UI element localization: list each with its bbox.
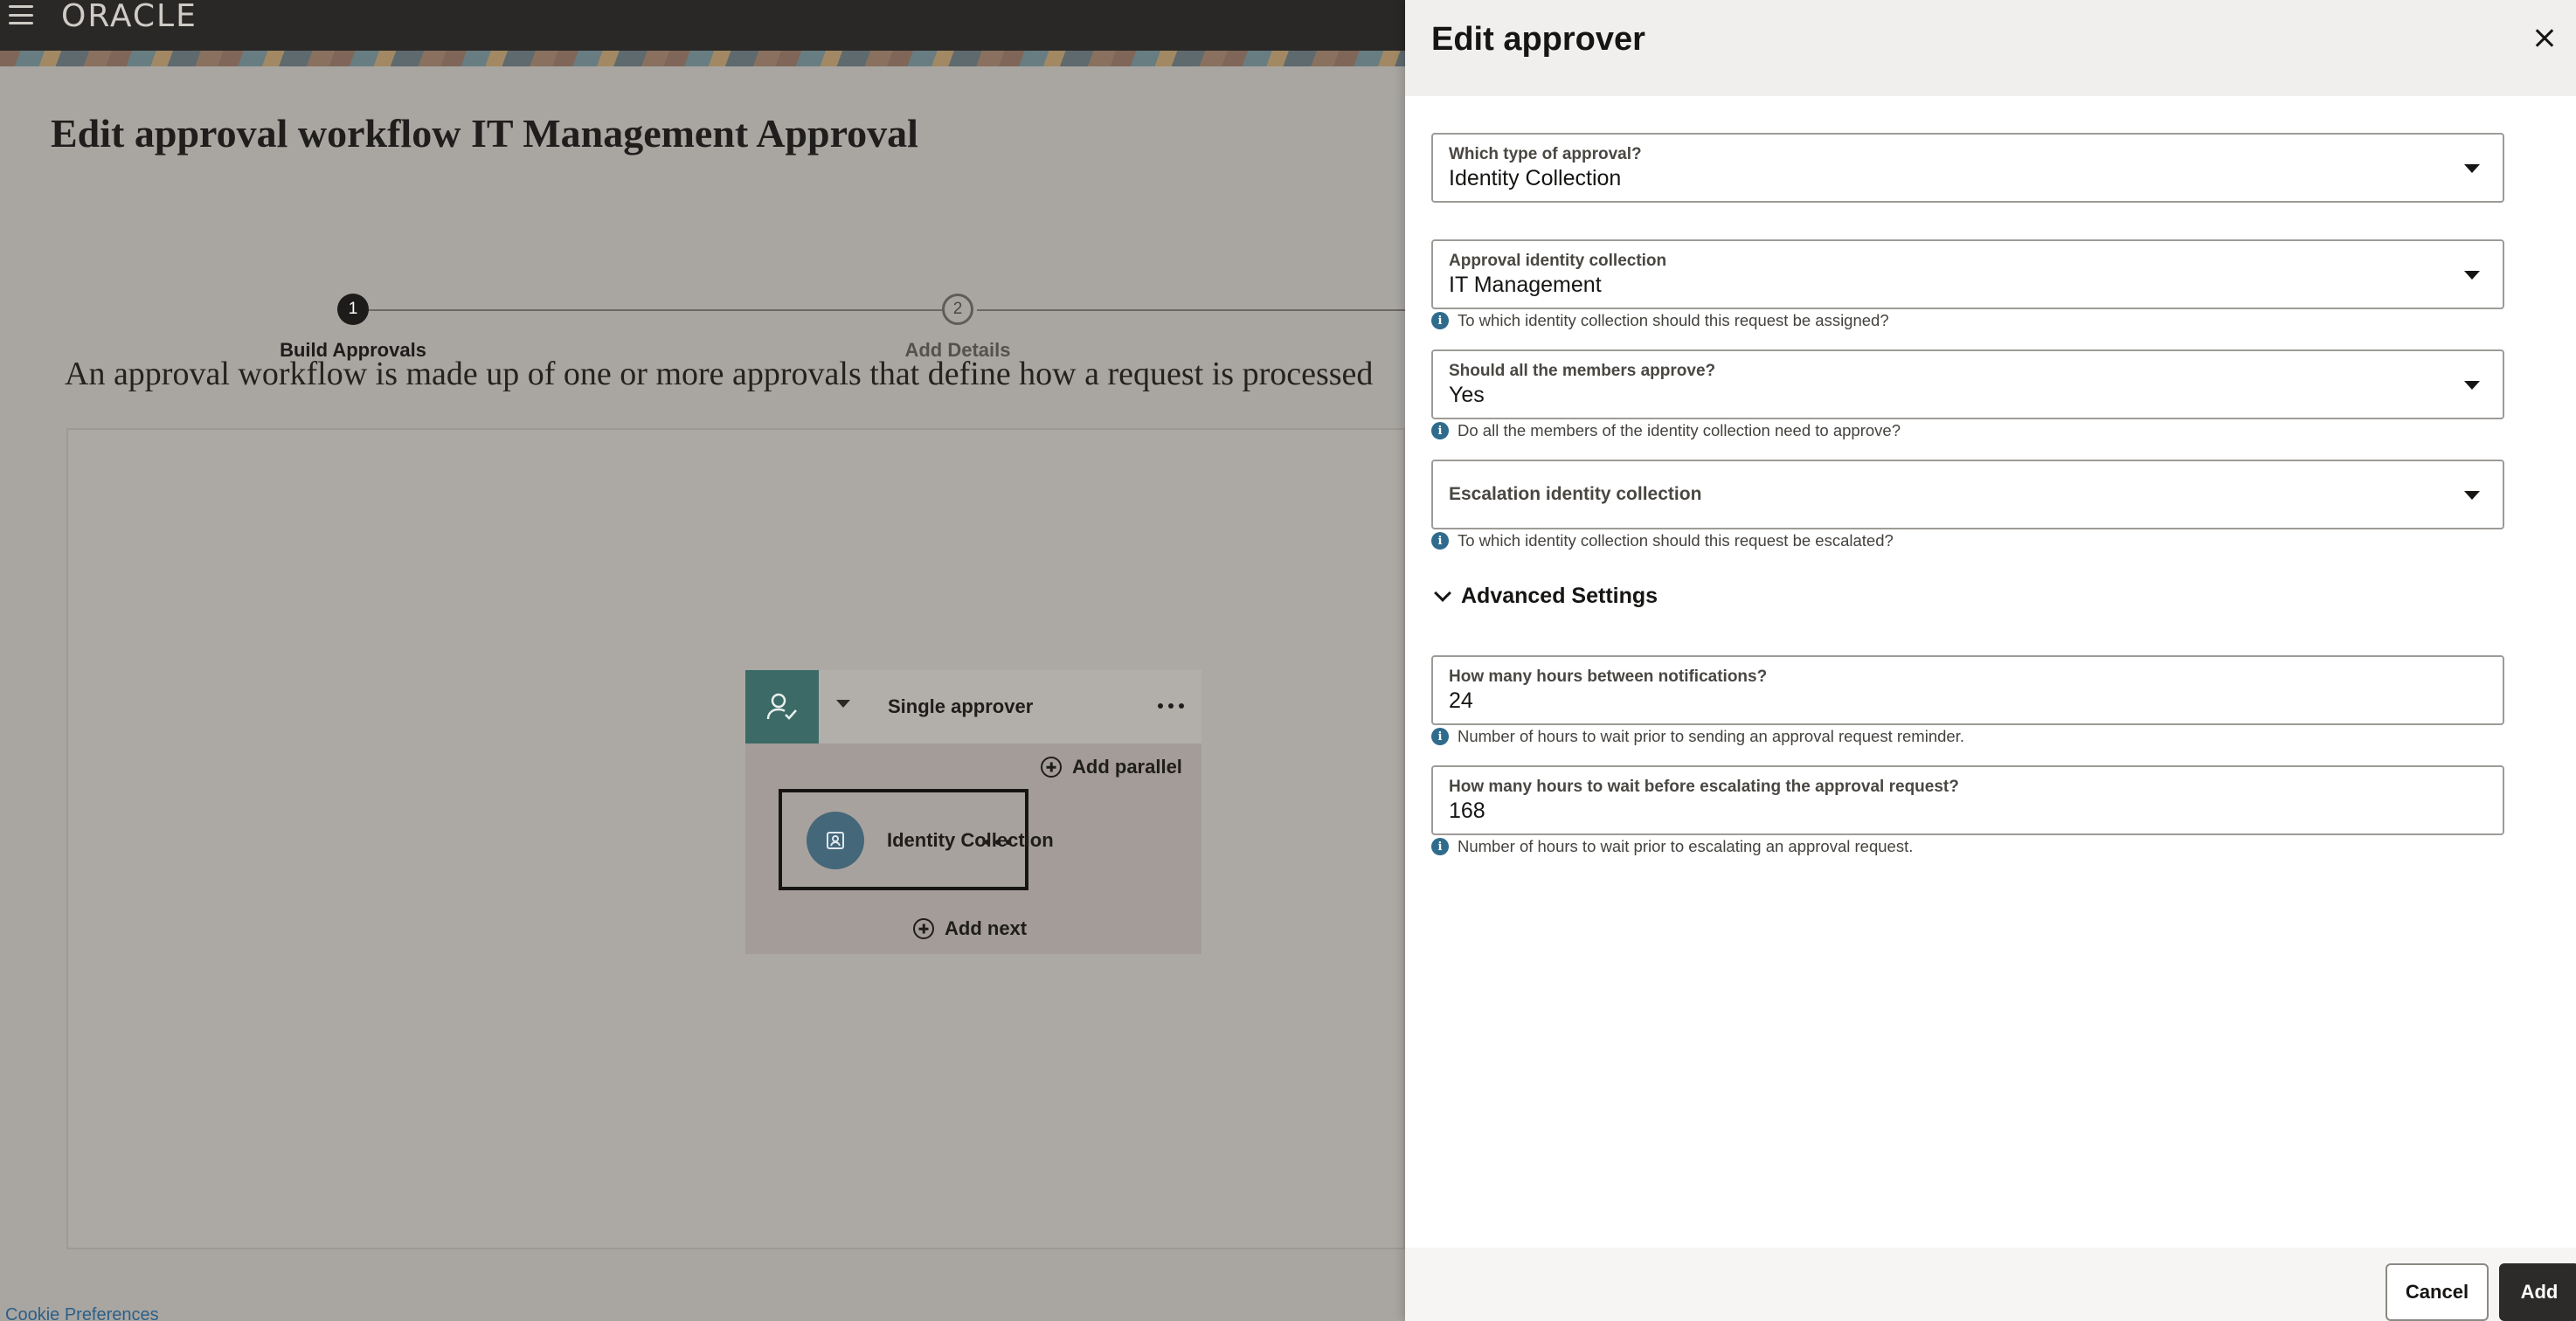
oracle-logo[interactable]: ORACLE xyxy=(61,0,197,34)
all-members-label: Should all the members approve? xyxy=(1449,362,1716,380)
user-check-icon xyxy=(745,670,819,743)
add-button[interactable]: Add xyxy=(2499,1263,2576,1321)
advanced-settings-toggle[interactable]: Advanced Settings xyxy=(1431,584,1658,609)
help-text: To which identity collection should this… xyxy=(1458,311,1889,329)
info-icon: i xyxy=(1431,838,1449,855)
info-icon: i xyxy=(1431,312,1449,329)
notification-hours-input[interactable]: How many hours between notifications? 24 xyxy=(1431,655,2504,725)
add-parallel-button[interactable]: Add parallel xyxy=(1041,756,1182,778)
escalation-help: i To which identity collection should th… xyxy=(1431,531,1894,550)
escalation-collection-select[interactable]: Escalation identity collection xyxy=(1431,460,2504,529)
cookie-preferences-link[interactable]: Cookie Preferences xyxy=(5,1305,159,1321)
help-text: Do all the members of the identity colle… xyxy=(1458,421,1901,439)
top-bar: ORACLE xyxy=(0,0,1405,51)
notification-hours-help: i Number of hours to wait prior to sendi… xyxy=(1431,727,1964,746)
info-icon: i xyxy=(1431,532,1449,550)
escalation-hours-help: i Number of hours to wait prior to escal… xyxy=(1431,837,1913,856)
drawer-title: Edit approver xyxy=(1431,21,1645,58)
identity-collection-icon xyxy=(807,812,864,869)
all-members-value: Yes xyxy=(1449,383,1485,407)
step-1-indicator[interactable]: 1 xyxy=(337,294,369,325)
single-approver-node: Single approver Add parallel Identity Co… xyxy=(745,670,1201,954)
page-title: Edit approval workflow IT Management App… xyxy=(51,110,918,156)
intro-text: An approval workflow is made up of one o… xyxy=(65,356,1374,392)
add-parallel-label: Add parallel xyxy=(1072,756,1182,778)
help-text: To which identity collection should this… xyxy=(1458,531,1894,550)
identity-collection-label: Identity Collection xyxy=(887,829,1054,851)
chevron-down-icon[interactable] xyxy=(2464,491,2480,500)
chevron-down-icon[interactable] xyxy=(2464,164,2480,173)
approval-type-label: Which type of approval? xyxy=(1449,145,1642,163)
drawer-footer: Cancel Add xyxy=(1405,1248,2576,1321)
drawer-header: Edit approver xyxy=(1405,0,2576,96)
add-circle-icon xyxy=(1041,757,1062,778)
page-title-prefix: Edit approval workflow xyxy=(51,111,471,156)
advanced-settings-label: Advanced Settings xyxy=(1461,584,1658,608)
escalation-hours-value[interactable]: 168 xyxy=(1449,799,1485,824)
train-connector xyxy=(367,309,942,311)
menu-icon[interactable] xyxy=(9,5,33,24)
step-2-indicator[interactable]: 2 xyxy=(942,294,973,325)
approval-type-value: Identity Collection xyxy=(1449,166,1622,190)
edit-approver-drawer: Edit approver Which type of approval? Id… xyxy=(1405,0,2576,1321)
chevron-down-icon xyxy=(1434,584,1451,602)
workflow-canvas xyxy=(66,428,1405,1249)
node-type-chevron-down-icon[interactable] xyxy=(836,700,850,708)
step-train: 1 Build Approvals 2 Add Details xyxy=(0,224,1405,361)
train-connector xyxy=(977,309,1405,311)
notification-hours-label: How many hours between notifications? xyxy=(1449,667,1768,686)
chevron-down-icon[interactable] xyxy=(2464,271,2480,280)
info-icon: i xyxy=(1431,728,1449,745)
help-text: Number of hours to wait prior to sending… xyxy=(1458,727,1964,745)
escalation-hours-label: How many hours to wait before escalating… xyxy=(1449,778,1959,796)
all-members-select[interactable]: Should all the members approve? Yes xyxy=(1431,349,2504,419)
add-next-label: Add next xyxy=(945,917,1028,939)
all-members-help: i Do all the members of the identity col… xyxy=(1431,421,1901,440)
page-title-name: IT Management Approval xyxy=(470,111,918,156)
node-header: Single approver xyxy=(745,670,1201,743)
node-title: Single approver xyxy=(888,695,1034,717)
help-text: Number of hours to wait prior to escalat… xyxy=(1458,837,1914,855)
node-more-icon[interactable] xyxy=(1158,703,1184,709)
add-circle-icon xyxy=(913,918,934,939)
card-more-icon[interactable] xyxy=(985,840,1011,845)
identity-collection-help: i To which identity collection should th… xyxy=(1431,311,1889,330)
cancel-button[interactable]: Cancel xyxy=(2386,1263,2489,1321)
identity-collection-card[interactable]: Identity Collection xyxy=(779,789,1054,890)
notification-hours-value[interactable]: 24 xyxy=(1449,688,1473,714)
info-icon: i xyxy=(1431,422,1449,439)
identity-collection-value: IT Management xyxy=(1449,273,1602,297)
identity-collection-label: Approval identity collection xyxy=(1449,252,1667,270)
escalation-collection-label: Escalation identity collection xyxy=(1449,484,1702,504)
identity-collection-select[interactable]: Approval identity collection IT Manageme… xyxy=(1431,239,2504,309)
chevron-down-icon[interactable] xyxy=(2464,381,2480,390)
add-next-button[interactable]: Add next xyxy=(913,917,1027,940)
decorative-banner xyxy=(0,51,1405,66)
close-icon[interactable] xyxy=(2527,21,2562,56)
escalation-hours-input[interactable]: How many hours to wait before escalating… xyxy=(1431,765,2504,835)
approval-type-select[interactable]: Which type of approval? Identity Collect… xyxy=(1431,133,2504,203)
